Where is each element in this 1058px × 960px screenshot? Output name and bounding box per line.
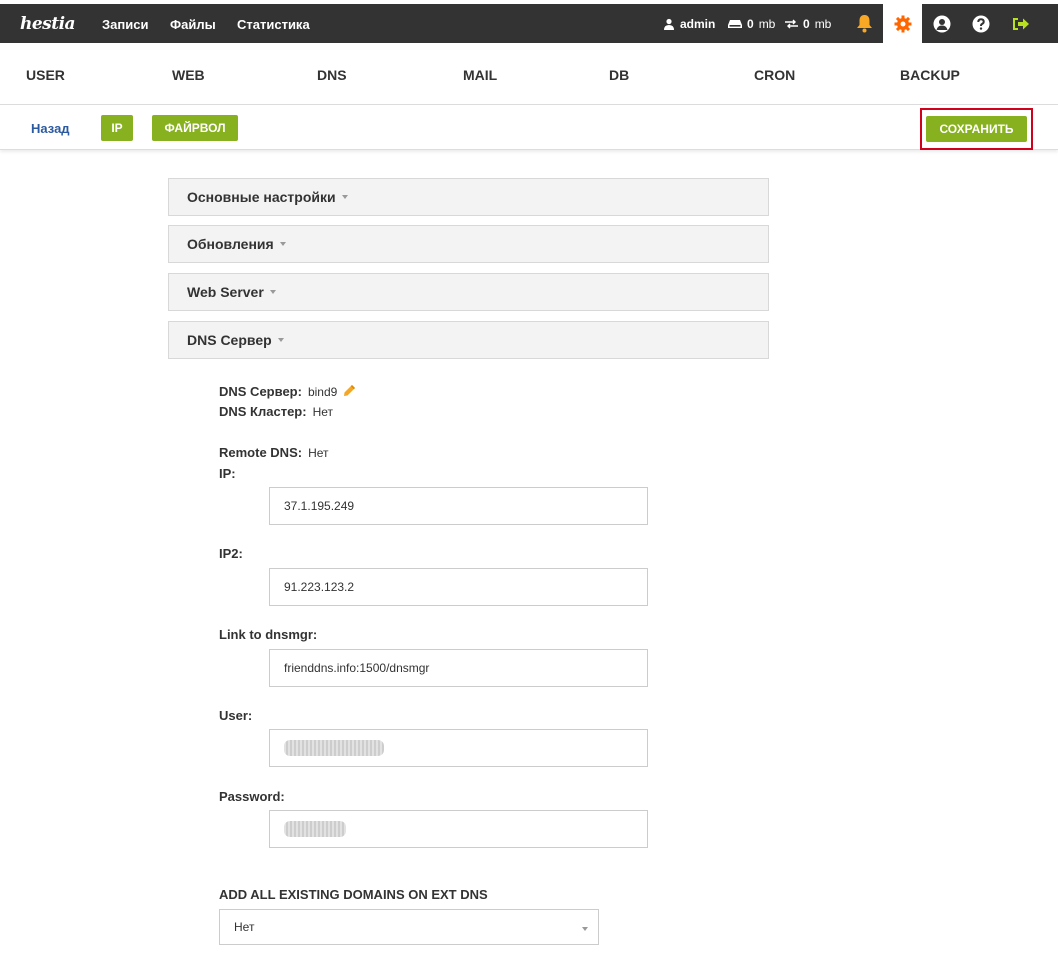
remote-dns-value: Нет	[308, 446, 329, 460]
tab-dns[interactable]: DNS	[317, 67, 347, 83]
tab-backup[interactable]: BACKUP	[900, 67, 960, 83]
gear-icon	[894, 15, 911, 32]
top-bar: hestia Записи Файлы Статистика admin 0 m…	[0, 4, 1058, 43]
bell-icon	[857, 15, 872, 33]
user-input[interactable]	[269, 729, 648, 767]
nav-statistics[interactable]: Статистика	[237, 17, 310, 32]
chevron-down-icon	[582, 927, 588, 931]
ip2-label: IP2:	[219, 546, 243, 561]
ip-input[interactable]: 37.1.195.249	[269, 487, 648, 525]
help-button[interactable]	[961, 4, 1000, 43]
caret-down-icon	[277, 338, 284, 342]
save-button[interactable]: СОХРАНИТЬ	[926, 116, 1027, 142]
disk-stat: 0 mb	[728, 4, 775, 43]
dns-cluster-label: DNS Кластер:	[219, 404, 307, 419]
toolbar: Назад IP ФАЙРВОЛ СОХРАНИТЬ	[0, 105, 1058, 150]
bandwidth-stat: 0 mb	[785, 4, 831, 43]
tab-db[interactable]: DB	[609, 67, 629, 83]
user-icon	[664, 18, 674, 30]
section-web-server[interactable]: Web Server	[168, 273, 769, 311]
section-dns-server-label: DNS Сервер	[187, 332, 272, 348]
user-circle-icon	[933, 15, 950, 32]
user-stat[interactable]: admin	[663, 4, 715, 43]
remote-dns-label: Remote DNS:	[219, 445, 303, 460]
hestia-logo[interactable]: hestia	[20, 14, 76, 34]
logout-button[interactable]	[1001, 4, 1040, 43]
user-label: User:	[219, 708, 253, 723]
settings-button[interactable]	[883, 4, 922, 43]
caret-down-icon	[341, 195, 348, 199]
logout-icon	[1012, 17, 1029, 30]
add-all-domains-value: Нет	[234, 920, 255, 934]
dnsmgr-link-label: Link to dnsmgr:	[219, 627, 318, 642]
exchange-icon	[785, 19, 798, 28]
notifications-button[interactable]	[845, 4, 884, 43]
dns-cluster-value: Нет	[312, 405, 334, 419]
caret-down-icon	[269, 290, 276, 294]
firewall-button[interactable]: ФАЙРВОЛ	[152, 115, 238, 141]
nav-files[interactable]: Файлы	[170, 17, 216, 32]
tab-web[interactable]: WEB	[172, 67, 205, 83]
dns-cluster-row: DNS Кластер: Нет	[219, 404, 333, 419]
bandwidth-value: 0	[803, 16, 810, 31]
disk-unit: mb	[758, 16, 776, 31]
ip2-input[interactable]: 91.223.123.2	[269, 568, 648, 606]
dnsmgr-link-input[interactable]: frienddns.info:1500/dnsmgr	[269, 649, 648, 687]
section-web-server-label: Web Server	[187, 284, 264, 300]
password-label: Password:	[219, 789, 285, 804]
username: admin	[680, 16, 716, 31]
tab-cron[interactable]: CRON	[754, 67, 795, 83]
section-tabs: USER WEB DNS MAIL DB CRON BACKUP	[0, 43, 1058, 105]
add-all-domains-label: ADD ALL EXISTING DOMAINS ON EXT DNS	[219, 887, 488, 902]
add-all-domains-select[interactable]: Нет	[219, 909, 599, 945]
nav-records[interactable]: Записи	[102, 17, 148, 32]
bandwidth-unit: mb	[814, 16, 832, 31]
tab-mail[interactable]: MAIL	[463, 67, 497, 83]
dns-server-label: DNS Сервер:	[219, 384, 302, 399]
section-general[interactable]: Основные настройки	[168, 178, 769, 216]
caret-down-icon	[279, 242, 286, 246]
password-input[interactable]	[269, 810, 648, 848]
dns-server-value: bind9	[307, 385, 338, 399]
redacted-value	[284, 740, 384, 756]
disk-value: 0	[747, 16, 754, 31]
ip-label: IP:	[219, 466, 236, 481]
back-link[interactable]: Назад	[31, 121, 70, 136]
dns-server-row: DNS Сервер: bind9	[219, 384, 356, 399]
redacted-value	[284, 821, 346, 837]
section-updates-label: Обновления	[187, 236, 274, 252]
ip-button[interactable]: IP	[101, 115, 133, 141]
help-icon	[972, 15, 989, 32]
section-dns-server[interactable]: DNS Сервер	[168, 321, 769, 359]
section-updates[interactable]: Обновления	[168, 225, 769, 263]
tab-user[interactable]: USER	[26, 67, 65, 83]
section-general-label: Основные настройки	[187, 189, 336, 205]
remote-dns-row: Remote DNS: Нет	[219, 445, 329, 460]
pencil-icon[interactable]	[343, 384, 356, 397]
hdd-icon	[728, 19, 742, 28]
save-highlight: СОХРАНИТЬ	[920, 108, 1033, 150]
profile-button[interactable]	[922, 4, 961, 43]
